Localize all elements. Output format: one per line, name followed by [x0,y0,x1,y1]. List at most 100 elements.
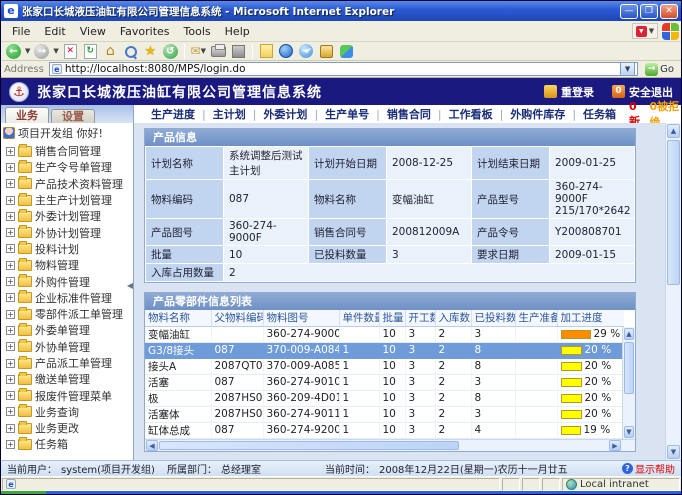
edit-button[interactable] [230,43,247,60]
expand-icon[interactable]: + [6,196,15,205]
expand-icon[interactable]: + [6,310,15,319]
page-vertical-scrollbar[interactable]: ▲ ▼ [665,123,681,460]
sidebar-item-1[interactable]: +生产令号单管理 [3,159,133,175]
expand-icon[interactable]: + [6,228,15,237]
tab-settings[interactable]: 设置 [51,109,95,123]
expand-icon[interactable]: + [6,375,15,384]
discuss-button[interactable] [258,43,275,60]
expand-icon[interactable]: + [6,391,15,400]
windows-taskbar[interactable] [1,491,681,495]
scroll-up-icon[interactable]: ▲ [667,124,680,138]
favorites-button[interactable]: ★ [142,43,159,60]
column-header[interactable]: 物料图号 [263,310,339,326]
sidebar-item-2[interactable]: +产品技术资料管理 [3,176,133,192]
top-menu-item-6[interactable]: 外购件库存 [503,106,572,122]
top-menu-item-4[interactable]: 销售合同 [380,106,438,122]
column-header[interactable]: 生产准备 [515,310,557,326]
menu-item-tools[interactable]: Tools [177,23,218,40]
parts-hscroll-thumb[interactable] [159,441,459,450]
page-vscroll-thumb[interactable] [667,140,680,285]
scroll-right-icon[interactable]: ▶ [609,440,621,451]
parts-vertical-scrollbar[interactable]: ▲ ▼ [622,327,635,439]
sidebar-item-6[interactable]: +投料计划 [3,241,133,257]
close-button[interactable]: ✕ [660,4,678,19]
sidebar-item-13[interactable]: +产品派工单管理 [3,355,133,371]
expand-icon[interactable]: + [6,440,15,449]
sidebar-item-10[interactable]: +零部件派工单管理 [3,306,133,322]
top-menu-item-1[interactable]: 主计划 [206,106,253,122]
sidebar-item-3[interactable]: +主生产计划管理 [3,192,133,208]
table-row[interactable]: 缸体总成087360-274-9200F11032419 % [145,422,624,438]
history-button[interactable]: ↺ [162,43,179,60]
expand-icon[interactable]: + [6,163,15,172]
expand-icon[interactable]: + [6,179,15,188]
sidebar-item-16[interactable]: +业务查询 [3,404,133,420]
expand-icon[interactable]: + [6,261,15,270]
column-header[interactable]: 入库数 [435,310,471,326]
messenger-button[interactable] [298,43,315,60]
expand-icon[interactable]: + [6,326,15,335]
expand-icon[interactable]: + [6,293,15,302]
sidebar-item-5[interactable]: +外协计划管理 [3,224,133,240]
show-help-button[interactable]: ? 显示帮助 [622,461,675,476]
adobe-pdf-button[interactable]: ▼ [632,23,658,39]
menu-item-file[interactable]: File [5,23,37,40]
mail-dropdown[interactable]: ▼ [201,47,206,55]
relogin-button[interactable]: 重登录 [544,84,594,100]
expand-icon[interactable]: + [6,147,15,156]
menu-item-help[interactable]: Help [218,23,257,40]
tab-business[interactable]: 业务 [5,107,49,123]
sidebar-item-9[interactable]: +企业标准件管理 [3,290,133,306]
back-button[interactable]: ← [5,43,22,60]
sidebar-item-7[interactable]: +物料管理 [3,257,133,273]
sidebar-item-15[interactable]: +报废件管理菜单 [3,387,133,403]
parts-horizontal-scrollbar[interactable]: ◀ ▶ [145,439,635,451]
scroll-up-icon[interactable]: ▲ [624,328,634,340]
refresh-button[interactable]: ↻ [82,43,99,60]
go-button[interactable]: → Go [641,62,678,77]
sidebar-item-4[interactable]: +外委计划管理 [3,208,133,224]
expand-icon[interactable]: + [6,342,15,351]
top-menu-item-3[interactable]: 生产单号 [318,106,376,122]
scroll-left-icon[interactable]: ◀ [146,440,158,451]
expand-icon[interactable]: + [6,244,15,253]
scroll-down-icon[interactable]: ▼ [667,445,680,459]
column-header[interactable]: 批量 [379,310,405,326]
sidebar-item-8[interactable]: +外购件管理 [3,273,133,289]
column-header[interactable]: 父物料编码 [211,310,263,326]
column-header[interactable]: 已投料数 [471,310,515,326]
expand-icon[interactable]: + [6,424,15,433]
address-input[interactable] [65,63,620,75]
sidebar-item-14[interactable]: +缴送单管理 [3,371,133,387]
sidebar-item-18[interactable]: +任务箱 [3,436,133,452]
contacts-button[interactable] [338,43,355,60]
column-header[interactable]: 开工数 [405,310,435,326]
search-button[interactable] [122,43,139,60]
table-row[interactable]: 活塞087360-274-9010F11032320 % [145,374,624,390]
maximize-button[interactable]: ❐ [640,4,658,19]
print-button[interactable] [210,43,227,60]
table-row[interactable]: 接头A2087QT002370-009-A085011032820 % [145,358,624,374]
column-header[interactable]: 单件数量 [339,310,379,326]
table-row[interactable]: 极2087HS002360-209-4D01011032820 % [145,390,624,406]
top-menu-item-0[interactable]: 生产进度 [144,106,202,122]
home-button[interactable]: ⌂ [102,43,119,60]
expand-icon[interactable]: + [6,359,15,368]
top-menu-item-5[interactable]: 工作看板 [442,106,500,122]
table-row[interactable]: 变幅油缸360-274-9000F1032329 % [145,326,624,342]
expand-icon[interactable]: + [6,407,15,416]
back-dropdown[interactable]: ▼ [25,47,30,55]
sidebar-item-0[interactable]: +销售合同管理 [3,143,133,159]
top-menu-item-7[interactable]: 任务箱 [576,106,623,122]
sidebar-collapse-icon[interactable]: ◀ [127,281,133,290]
column-header[interactable]: 加工进度 [557,310,624,326]
stop-button[interactable]: ✕ [62,43,79,60]
menu-item-favorites[interactable]: Favorites [113,23,177,40]
sidebar-item-17[interactable]: +业务更改 [3,420,133,436]
column-header[interactable]: 物料名称 [145,310,211,326]
menu-item-view[interactable]: View [73,23,113,40]
forward-dropdown[interactable]: ▼ [53,47,58,55]
msn-button[interactable] [278,43,295,60]
expand-icon[interactable]: + [6,212,15,221]
table-row[interactable]: 活塞体2087HS002360-274-9011W11032320 % [145,406,624,422]
